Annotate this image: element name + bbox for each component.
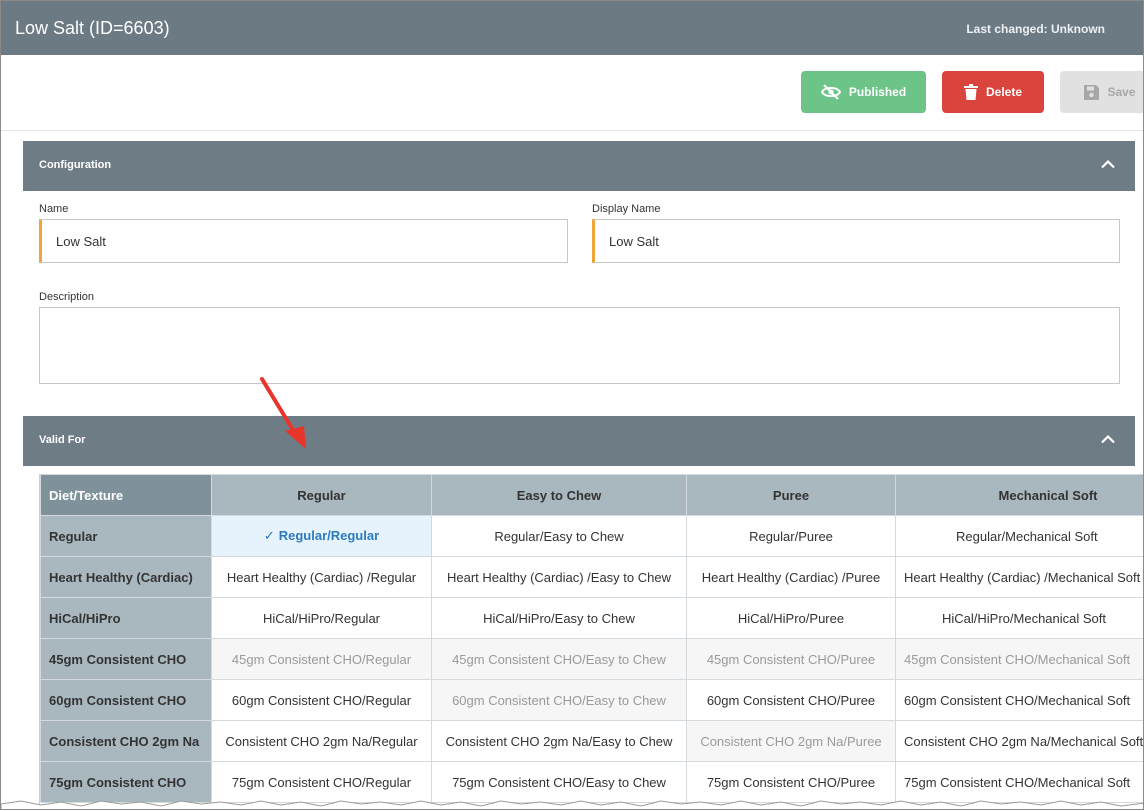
row-header: Heart Healthy (Cardiac) [40, 556, 212, 598]
chevron-up-icon[interactable] [1101, 434, 1115, 444]
chevron-up-icon[interactable] [1101, 159, 1115, 169]
published-button[interactable]: Published [801, 71, 926, 113]
page-title: Low Salt (ID=6603) [15, 18, 170, 38]
valid-for-section-title: Valid For [39, 434, 86, 446]
row-header: Regular [40, 515, 212, 557]
grid-cell[interactable]: HiCal/HiPro/Easy to Chew [431, 597, 687, 639]
check-icon: ✓ [263, 528, 275, 543]
table-row: HiCal/HiPro HiCal/HiPro/Regular HiCal/Hi… [40, 597, 1143, 639]
grid-cell[interactable]: Heart Healthy (Cardiac) /Puree [686, 556, 896, 598]
diet-texture-table: Diet/Texture Regular Easy to Chew Puree … [40, 474, 1143, 803]
delete-button-label: Delete [985, 85, 1023, 99]
eye-slash-icon [820, 84, 841, 100]
grid-cell[interactable]: Heart Healthy (Cardiac) /Mechanical Soft [895, 556, 1143, 598]
corner-header: Diet/Texture [40, 474, 212, 516]
grid-cell[interactable]: Regular/Easy to Chew [431, 515, 687, 557]
delete-button[interactable]: Delete [942, 71, 1044, 113]
grid-cell[interactable]: Regular/Mechanical Soft [895, 515, 1143, 557]
grid-cell-disabled: 45gm Consistent CHO/Easy to Chew [431, 638, 687, 680]
save-button-label: Save [1107, 85, 1136, 99]
table-row: Regular ✓ Regular/Regular Regular/Easy to… [40, 515, 1143, 557]
row-header: 60gm Consistent CHO [40, 679, 212, 721]
configuration-section-title: Configuration [39, 159, 112, 171]
grid-cell[interactable]: Consistent CHO 2gm Na/Regular [211, 720, 432, 762]
grid-cell-selected[interactable]: ✓ Regular/Regular [211, 515, 432, 557]
table-row: 60gm Consistent CHO 60gm Consistent CHO/… [40, 679, 1143, 721]
torn-edge [1, 800, 1143, 809]
row-header: HiCal/HiPro [40, 597, 212, 639]
grid-cell[interactable]: HiCal/HiPro/Regular [211, 597, 432, 639]
grid-cell[interactable]: 60gm Consistent CHO/Regular [211, 679, 432, 721]
table-header-row: Diet/Texture Regular Easy to Chew Puree … [40, 474, 1143, 516]
grid-cell-disabled: 45gm Consistent CHO/Puree [686, 638, 896, 680]
grid-cell[interactable]: Consistent CHO 2gm Na/Easy to Chew [431, 720, 687, 762]
grid-cell[interactable]: Regular/Puree [686, 515, 896, 557]
grid-cell[interactable]: HiCal/HiPro/Mechanical Soft [895, 597, 1143, 639]
last-changed-text: Last changed: Unknown [966, 22, 1105, 36]
name-label: Name [39, 203, 69, 215]
trash-icon [963, 84, 978, 100]
table-row: Heart Healthy (Cardiac) Heart Healthy (C… [40, 556, 1143, 598]
grid-cell-disabled: 45gm Consistent CHO/Regular [211, 638, 432, 680]
grid-cell[interactable]: Consistent CHO 2gm Na/Mechanical Soft [895, 720, 1143, 762]
grid-cell-disabled: Consistent CHO 2gm Na/Puree [686, 720, 896, 762]
description-field[interactable] [39, 307, 1120, 384]
display-name-field-value: Low Salt [609, 234, 659, 249]
grid-cell-disabled: 45gm Consistent CHO/Mechanical Soft [895, 638, 1143, 680]
grid-cell[interactable]: Heart Healthy (Cardiac) /Easy to Chew [431, 556, 687, 598]
grid-cell[interactable]: HiCal/HiPro/Puree [686, 597, 896, 639]
table-row: Consistent CHO 2gm Na Consistent CHO 2gm… [40, 720, 1143, 762]
column-header: Puree [686, 474, 896, 516]
published-button-label: Published [848, 85, 907, 99]
column-header: Mechanical Soft [895, 474, 1143, 516]
red-arrow-icon [260, 377, 306, 449]
display-name-field[interactable]: Low Salt [592, 219, 1120, 263]
column-header: Regular [211, 474, 432, 516]
valid-for-section-header[interactable]: Valid For [23, 416, 1135, 466]
valid-for-grid: Diet/Texture Regular Easy to Chew Puree … [39, 474, 1143, 809]
display-name-label: Display Name [592, 203, 661, 215]
page-header: Low Salt (ID=6603) Last changed: Unknown [1, 1, 1143, 55]
name-field[interactable]: Low Salt [39, 219, 568, 263]
action-bar: Published Delete Save [1, 55, 1143, 131]
column-header: Easy to Chew [431, 474, 687, 516]
grid-cell-disabled: 60gm Consistent CHO/Easy to Chew [431, 679, 687, 721]
grid-cell-label: Regular/Regular [278, 528, 380, 543]
save-button[interactable]: Save [1060, 71, 1143, 113]
row-header: 45gm Consistent CHO [40, 638, 212, 680]
table-row: 45gm Consistent CHO 45gm Consistent CHO/… [40, 638, 1143, 680]
row-header: Consistent CHO 2gm Na [40, 720, 212, 762]
description-label: Description [39, 291, 95, 303]
name-field-value: Low Salt [56, 234, 106, 249]
app-window: Low Salt (ID=6603) Last changed: Unknown… [0, 0, 1144, 810]
grid-cell[interactable]: Heart Healthy (Cardiac) /Regular [211, 556, 432, 598]
grid-cell[interactable]: 60gm Consistent CHO/Mechanical Soft [895, 679, 1143, 721]
grid-cell[interactable]: 60gm Consistent CHO/Puree [686, 679, 896, 721]
configuration-section-header[interactable]: Configuration [23, 141, 1135, 191]
floppy-disk-icon [1084, 84, 1100, 100]
